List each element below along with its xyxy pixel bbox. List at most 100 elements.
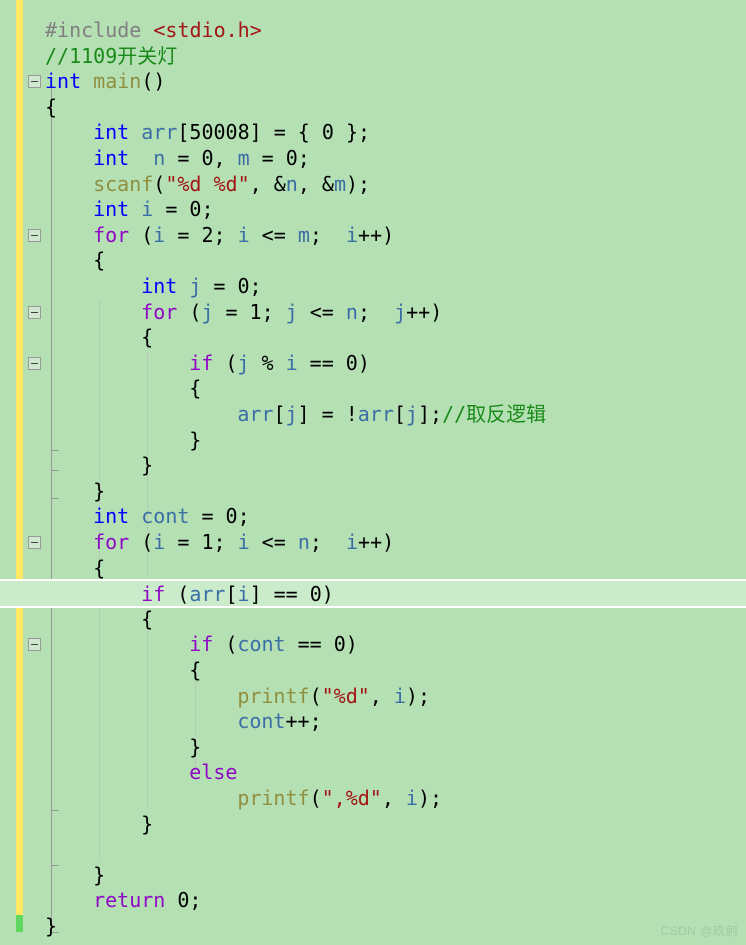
code-token: scanf — [93, 171, 154, 196]
code-token: if — [189, 350, 214, 375]
code-token: #include — [45, 18, 154, 42]
code-line[interactable]: } — [0, 812, 746, 838]
code-token: //1109开关灯 — [45, 43, 178, 68]
code-line[interactable]: int n = 0, m = 0; — [0, 146, 746, 172]
code-line[interactable]: return 0; — [0, 888, 746, 914]
code-token: j — [237, 350, 250, 375]
code-token: = 0; — [189, 504, 250, 529]
code-token: cont — [237, 709, 286, 734]
code-line-text: { — [141, 607, 153, 633]
code-line[interactable]: if (j % i == 0) — [0, 351, 746, 377]
code-line-text: for (j = 1; j <= n; j++) — [141, 300, 442, 326]
code-line[interactable]: int i = 0; — [0, 197, 746, 223]
code-line-text: int i = 0; — [93, 197, 213, 223]
code-token: ] = ! — [297, 402, 358, 426]
code-token: j — [285, 299, 298, 324]
code-token: ); — [345, 171, 371, 196]
code-line[interactable]: //1109开关灯 — [0, 44, 746, 70]
code-token: { — [141, 606, 154, 631]
code-line[interactable]: int j = 0; — [0, 274, 746, 300]
code-line[interactable]: if (arr[i] == 0) — [0, 579, 746, 609]
code-line-text: } — [93, 479, 105, 505]
code-line[interactable]: { — [0, 95, 746, 121]
code-line[interactable]: { — [0, 248, 746, 274]
code-token: } — [189, 734, 202, 759]
code-token: n — [345, 299, 358, 324]
code-token: i — [153, 222, 166, 247]
code-line-text: arr[j] = !arr[j];//取反逻辑 — [237, 402, 546, 428]
code-line-text: } — [141, 812, 153, 838]
code-line-text: { — [189, 658, 201, 684]
code-token: == 0) — [297, 350, 370, 375]
code-line[interactable]: } — [0, 479, 746, 505]
code-token: <stdio.h> — [153, 18, 262, 42]
code-line-text: if (cont == 0) — [189, 632, 358, 658]
code-token: 0; — [165, 888, 202, 913]
code-token: , & — [297, 171, 334, 196]
code-line-text: scanf("%d %d", &n, &m); — [93, 172, 370, 198]
code-line[interactable]: { — [0, 556, 746, 582]
code-token: main — [93, 69, 142, 94]
code-token: [ — [273, 402, 286, 426]
code-token: i — [405, 786, 418, 810]
code-line-text: for (i = 1; i <= n; i++) — [93, 530, 394, 556]
code-token: ( — [129, 530, 154, 554]
code-line[interactable]: printf("%d", i); — [0, 684, 746, 710]
code-line[interactable]: for (i = 2; i <= m; i++) — [0, 223, 746, 249]
code-line-text: } — [93, 863, 105, 889]
code-line[interactable]: } — [0, 735, 746, 761]
code-line[interactable]: int cont = 0; — [0, 504, 746, 530]
code-line[interactable]: { — [0, 658, 746, 684]
code-token: ; — [309, 530, 346, 554]
code-token: { — [141, 325, 154, 350]
code-line[interactable]: } — [0, 914, 746, 940]
csdn-watermark: CSDN @玖剠 — [660, 924, 738, 938]
code-line[interactable]: for (j = 1; j <= n; j++) — [0, 300, 746, 326]
code-line-text: { — [141, 325, 153, 351]
code-line[interactable]: printf(",%d", i); — [0, 786, 746, 812]
code-line[interactable]: if (cont == 0) — [0, 632, 746, 658]
code-token: ( — [213, 350, 238, 375]
code-line[interactable]: } — [0, 863, 746, 889]
code-line-text: { — [93, 556, 105, 582]
code-token: ; — [357, 299, 395, 324]
code-token: ]; — [417, 402, 443, 426]
code-token: ( — [153, 171, 166, 196]
code-line-text: { — [189, 376, 201, 402]
code-line[interactable]: cont++; — [0, 709, 746, 735]
code-token: ",%d" — [321, 786, 382, 810]
code-token: arr — [141, 120, 178, 145]
code-token: = 0; — [249, 146, 310, 170]
code-token: } — [141, 453, 154, 478]
code-line[interactable]: } — [0, 453, 746, 479]
code-token: [50008] = { 0 }; — [177, 120, 371, 145]
code-line[interactable]: arr[j] = !arr[j];//取反逻辑 — [0, 402, 746, 428]
code-line-text: int j = 0; — [141, 274, 261, 300]
code-line-text: } — [189, 428, 201, 454]
code-token: i — [285, 350, 298, 375]
code-line[interactable]: } — [0, 428, 746, 454]
code-token: cont — [141, 504, 190, 529]
code-line-text: cont++; — [237, 709, 321, 735]
code-line[interactable]: { — [0, 607, 746, 633]
code-token: i — [153, 530, 166, 554]
code-line[interactable]: for (i = 1; i <= n; i++) — [0, 530, 746, 556]
code-line[interactable]: int main() — [0, 69, 746, 95]
code-line[interactable]: scanf("%d %d", &n, &m); — [0, 172, 746, 198]
code-token: { — [189, 376, 202, 401]
code-token: ( — [165, 582, 190, 607]
code-lines-container[interactable]: #include <stdio.h>//1109开关灯 int main(){in… — [0, 0, 746, 945]
code-token: i — [345, 222, 359, 247]
code-line[interactable]: #include <stdio.h> — [0, 18, 746, 44]
code-line[interactable]: int arr[50008] = { 0 }; — [0, 120, 746, 146]
code-token: j — [394, 299, 407, 324]
code-editor[interactable]: #include <stdio.h>//1109开关灯 int main(){in… — [0, 0, 746, 945]
code-line-text: } — [141, 453, 153, 479]
code-line[interactable]: { — [0, 325, 746, 351]
code-line[interactable]: { — [0, 376, 746, 402]
code-line[interactable] — [0, 837, 746, 863]
code-token: return — [93, 888, 166, 913]
code-line[interactable]: else — [0, 760, 746, 786]
code-token: ++; — [285, 709, 322, 734]
